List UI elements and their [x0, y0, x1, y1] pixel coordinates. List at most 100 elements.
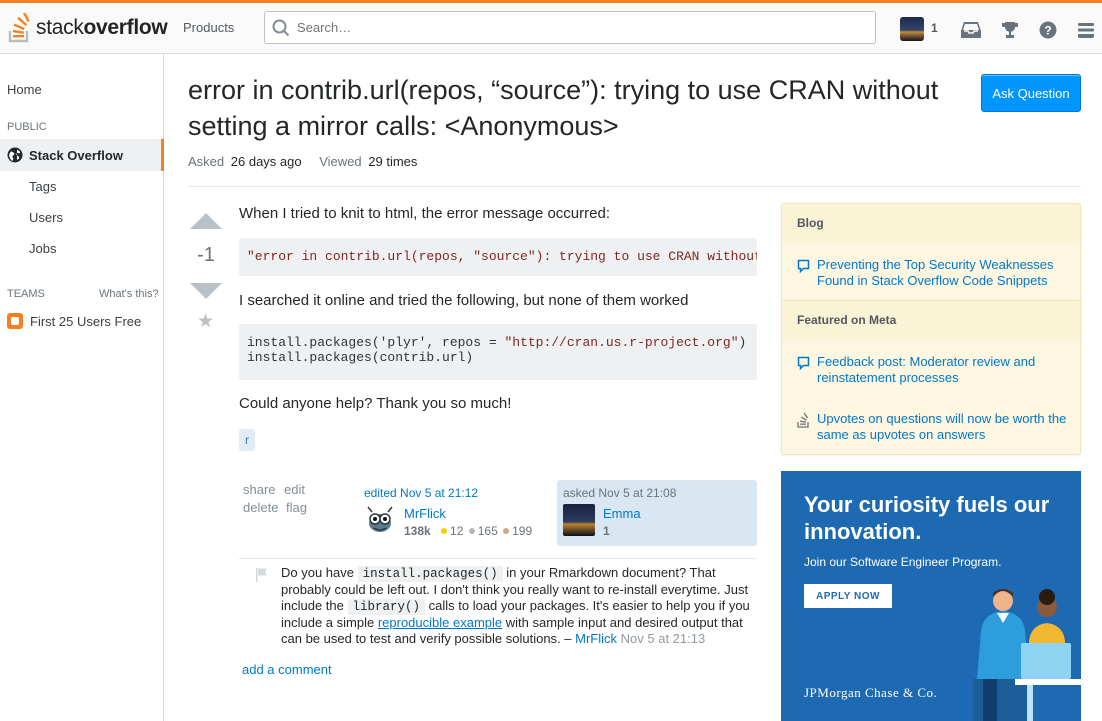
- comment-text: Do you have install.packages() in your R…: [281, 565, 750, 646]
- comment-time: Nov 5 at 21:13: [620, 631, 706, 646]
- nav-teams-free-label: First 25 Users Free: [30, 313, 142, 329]
- inline-code-library: library(): [347, 599, 426, 615]
- asked-time: asked Nov 5 at 21:08: [563, 486, 677, 500]
- blog-header: Blog: [782, 204, 1080, 243]
- top-bar: stackoverflow Products 1 ?: [0, 0, 1102, 53]
- search-input[interactable]: [264, 11, 876, 44]
- nav-teams-header: TEAMS: [7, 288, 45, 300]
- asked-value: 26 days ago: [230, 154, 302, 169]
- code-line-1b: ): [738, 335, 747, 350]
- nav-stack-overflow[interactable]: Stack Overflow: [0, 139, 164, 171]
- whats-this-link[interactable]: What's this?: [99, 288, 159, 300]
- blog-item[interactable]: Preventing the Top Security Weaknesses F…: [797, 257, 1067, 289]
- search-icon: [272, 19, 290, 37]
- achievements-icon[interactable]: [999, 19, 1021, 41]
- add-comment-link[interactable]: add a comment: [242, 662, 332, 677]
- delete-link[interactable]: delete: [243, 500, 278, 515]
- asker-signature: asked Nov 5 at 21:08 Emma 1: [557, 480, 757, 546]
- user-reputation: 1: [931, 21, 938, 35]
- meta-header: Featured on Meta: [782, 300, 1080, 340]
- editor-avatar[interactable]: [364, 504, 396, 536]
- ad-brand: JPMorgan Chase & Co.: [804, 685, 938, 700]
- stackoverflow-logo[interactable]: stackoverflow: [8, 12, 168, 44]
- question-title[interactable]: error in contrib.url(repos, “source”): t…: [188, 72, 963, 144]
- upvote-button[interactable]: [190, 213, 222, 229]
- silver-badge-count: 165: [477, 524, 498, 538]
- asker-reputation: 1: [603, 524, 615, 538]
- nav-tags[interactable]: Tags: [29, 179, 56, 194]
- asker-avatar[interactable]: [563, 504, 595, 536]
- header-divider: [188, 186, 1081, 187]
- code-line-2: install.packages(contrib.url): [247, 350, 474, 365]
- ad-subtext: Join our Software Engineer Program.: [804, 555, 1002, 569]
- editor-signature: edited Nov 5 at 21:12 MrFlick 138k 12 16…: [363, 480, 553, 546]
- silver-badge-icon: [468, 528, 475, 535]
- logo-text: stackoverflow: [36, 16, 168, 39]
- meta-item-1-link[interactable]: Feedback post: Moderator review and rein…: [817, 354, 1067, 386]
- gold-badge-icon: [441, 528, 448, 535]
- favorite-star-icon[interactable]: ★: [197, 312, 214, 331]
- editor-reputation: 138k 12 165 199: [404, 524, 532, 538]
- stack-logo-icon: [8, 13, 30, 43]
- editor-rep-score: 138k: [404, 524, 431, 538]
- gold-badge-count: 12: [450, 524, 464, 538]
- editor-name-link[interactable]: MrFlick: [404, 506, 446, 521]
- nav-teams-free[interactable]: First 25 Users Free: [7, 313, 141, 329]
- apply-now-button[interactable]: APPLY NOW: [804, 584, 892, 608]
- svg-text:?: ?: [1044, 24, 1051, 38]
- stack-small-icon: [797, 411, 817, 443]
- ask-question-button[interactable]: Ask Question: [981, 74, 1081, 112]
- reproducible-example-link[interactable]: reproducible example: [378, 615, 502, 630]
- question-meta: Asked 26 days ago Viewed 29 times: [188, 154, 431, 169]
- error-code-block: "error in contrib.url(repos, "source"): …: [239, 238, 757, 276]
- meta-item-1[interactable]: Feedback post: Moderator review and rein…: [797, 354, 1067, 386]
- code-line-1-string: "http://cran.us.r-project.org": [504, 335, 739, 350]
- asker-name-link[interactable]: Emma: [603, 506, 641, 521]
- flag-link[interactable]: flag: [286, 500, 307, 515]
- install-code-block: install.packages('plyr', repos = "http:/…: [239, 324, 757, 380]
- speech-bubble-icon: [797, 354, 817, 386]
- share-link[interactable]: share: [243, 482, 276, 497]
- inbox-icon[interactable]: [960, 19, 982, 41]
- post-paragraph-3: Could anyone help? Thank you so much!: [239, 395, 512, 412]
- nav-public-header: PUBLIC: [7, 121, 47, 133]
- nav-jobs[interactable]: Jobs: [29, 241, 56, 256]
- bronze-badge-icon: [503, 528, 510, 535]
- briefcase-icon: [7, 313, 23, 329]
- post-paragraph-1: When I tried to knit to html, the error …: [239, 205, 610, 222]
- people-illustration: [973, 589, 1081, 721]
- products-menu[interactable]: Products: [183, 20, 234, 35]
- meta-item-2[interactable]: Upvotes on questions will now be worth t…: [797, 411, 1067, 443]
- comment-author-link[interactable]: MrFlick: [575, 631, 617, 646]
- nav-stack-overflow-label: Stack Overflow: [29, 147, 123, 163]
- help-icon[interactable]: ?: [1037, 19, 1059, 41]
- inline-code-install: install.packages(): [357, 566, 503, 582]
- bronze-badge-count: 199: [512, 524, 533, 538]
- downvote-button[interactable]: [190, 283, 222, 299]
- edit-link[interactable]: edit: [284, 482, 305, 497]
- asked-label: Asked: [188, 154, 225, 169]
- nav-home[interactable]: Home: [7, 82, 42, 97]
- tag-r[interactable]: r: [239, 429, 255, 451]
- left-sidebar: Home PUBLIC Stack Overflow Tags Users Jo…: [0, 53, 164, 721]
- edited-time-link[interactable]: edited Nov 5 at 21:12: [364, 486, 478, 500]
- blog-meta-widget: Blog Preventing the Top Security Weaknes…: [781, 203, 1081, 455]
- user-avatar[interactable]: [900, 17, 924, 41]
- site-switcher-icon[interactable]: [1075, 19, 1097, 41]
- blog-item-link[interactable]: Preventing the Top Security Weaknesses F…: [817, 257, 1067, 289]
- viewed-label: Viewed: [319, 154, 362, 169]
- vote-count: -1: [197, 244, 215, 266]
- code-line-1a: install.packages('plyr', repos =: [247, 335, 505, 350]
- ad-headline: Your curiosity fuels our innovation.: [804, 492, 1050, 544]
- nav-users[interactable]: Users: [29, 210, 63, 225]
- asker-rep-score: 1: [603, 524, 610, 538]
- comments-divider: [239, 558, 757, 559]
- globe-icon: [7, 147, 23, 163]
- advertisement[interactable]: Your curiosity fuels our innovation. Joi…: [781, 471, 1081, 721]
- meta-item-2-link[interactable]: Upvotes on questions will now be worth t…: [817, 411, 1067, 443]
- flag-icon[interactable]: [255, 567, 269, 583]
- mrflick-avatar-icon: [367, 506, 393, 532]
- viewed-value: 29 times: [368, 154, 418, 169]
- speech-bubble-icon: [797, 257, 817, 289]
- post-paragraph-2: I searched it online and tried the follo…: [239, 292, 689, 309]
